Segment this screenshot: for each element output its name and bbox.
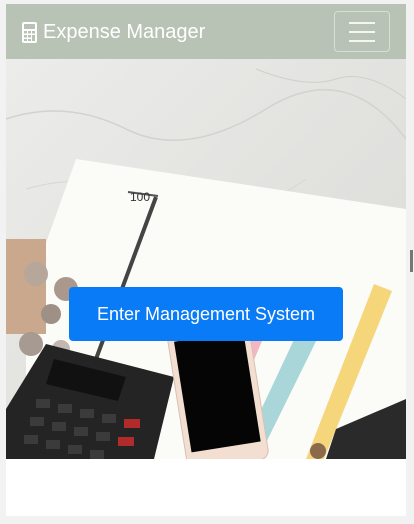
hero-background-image: 100 40 (6, 59, 406, 459)
hamburger-menu-icon (349, 22, 375, 42)
navbar-brand[interactable]: Expense Manager (22, 18, 205, 46)
scrollbar-thumb[interactable] (410, 250, 413, 272)
brand-text: Expense Manager (43, 20, 206, 43)
calculator-icon (22, 21, 37, 43)
navbar-toggler-button[interactable] (334, 11, 390, 52)
navbar: Expense Manager (6, 4, 406, 59)
enter-management-system-button[interactable]: Enter Management System (69, 287, 343, 341)
hero-section: 100 40 (6, 59, 406, 459)
chart-tick-100: 100 (130, 190, 150, 204)
app-frame: Expense Manager 100 Enter Management Sys… (6, 4, 406, 516)
